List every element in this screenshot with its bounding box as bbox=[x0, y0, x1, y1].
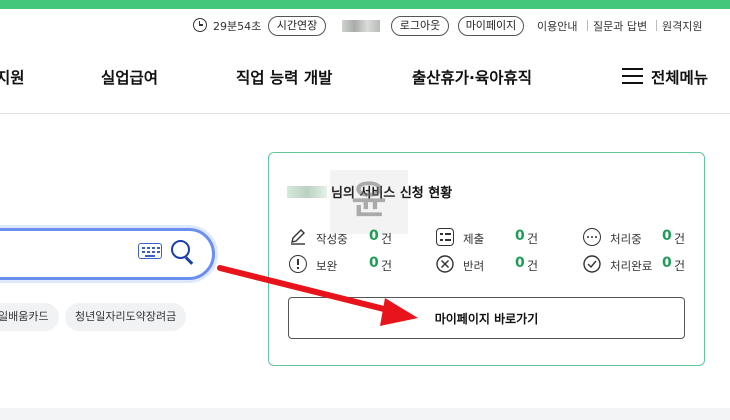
exclamation-circle-icon bbox=[289, 255, 307, 273]
utility-bar: 29분54초 시간연장 로그아웃 마이페이지 이용안내 질문과 답변 원격지원 bbox=[0, 13, 730, 39]
status-label: 보완 bbox=[316, 259, 338, 273]
count-unit: 건 bbox=[674, 259, 686, 273]
link-qna[interactable]: 질문과 답변 bbox=[593, 18, 647, 34]
status-count: 0 bbox=[515, 228, 525, 244]
go-to-mypage-button[interactable]: 마이페이지 바로가기 bbox=[288, 297, 685, 339]
status-count: 0 bbox=[515, 255, 525, 271]
status-label: 처리중 bbox=[610, 232, 642, 246]
search-tag[interactable]: 청년일자리도약장려금 bbox=[65, 303, 187, 331]
status-label: 제출 bbox=[463, 232, 485, 246]
logout-button[interactable]: 로그아웃 bbox=[391, 16, 449, 36]
pencil-icon bbox=[291, 229, 305, 245]
check-circle-icon bbox=[583, 255, 601, 273]
checklist-icon bbox=[436, 228, 454, 246]
watermark-logo: 윤 bbox=[330, 170, 408, 234]
main-nav: 지원 실업급여 직업 능력 개발 출산휴가·육아휴직 전체메뉴 bbox=[0, 60, 730, 96]
nav-item-unemployment-benefit[interactable]: 실업급여 bbox=[101, 66, 158, 88]
nav-item-job-skills[interactable]: 직업 능력 개발 bbox=[236, 66, 332, 88]
x-circle-icon bbox=[436, 255, 454, 273]
clock-icon bbox=[193, 18, 207, 32]
divider bbox=[656, 20, 657, 31]
status-label: 반려 bbox=[463, 259, 485, 273]
session-timer: 29분54초 bbox=[213, 20, 262, 33]
extend-session-button[interactable]: 시간연장 bbox=[268, 16, 326, 36]
count-unit: 건 bbox=[381, 259, 393, 273]
nav-item-maternity-leave[interactable]: 출산휴가·육아휴직 bbox=[412, 66, 532, 88]
status-submitted[interactable]: 제출 0 건 bbox=[436, 228, 546, 248]
nav-item-support[interactable]: 지원 bbox=[0, 66, 25, 88]
status-supplement[interactable]: 보완 0 건 bbox=[289, 255, 399, 275]
user-name-blurred bbox=[342, 20, 380, 32]
status-completed[interactable]: 처리완료 0 건 bbox=[583, 255, 693, 275]
status-count: 0 bbox=[369, 228, 379, 244]
status-draft[interactable]: 작성중 0 건 bbox=[289, 228, 399, 248]
mypage-button[interactable]: 마이페이지 bbox=[458, 16, 524, 36]
header-divider bbox=[0, 113, 730, 114]
link-usage-guide[interactable]: 이용안내 bbox=[537, 18, 577, 34]
user-name-blurred bbox=[287, 186, 327, 198]
status-processing[interactable]: 처리중 0 건 bbox=[583, 228, 693, 248]
keyboard-icon[interactable] bbox=[138, 243, 162, 259]
status-label: 작성중 bbox=[316, 232, 348, 246]
status-count: 0 bbox=[662, 228, 672, 244]
status-label: 처리완료 bbox=[610, 259, 653, 273]
count-unit: 건 bbox=[674, 232, 686, 246]
count-unit: 건 bbox=[527, 232, 539, 246]
full-menu-label[interactable]: 전체메뉴 bbox=[651, 66, 708, 88]
divider bbox=[587, 20, 588, 31]
status-count: 0 bbox=[369, 255, 379, 271]
count-unit: 건 bbox=[527, 259, 539, 273]
status-rejected[interactable]: 반려 0 건 bbox=[436, 255, 546, 275]
link-remote-support[interactable]: 원격지원 bbox=[662, 18, 702, 34]
search-tag[interactable]: 일배움카드 bbox=[0, 303, 59, 331]
bottom-section-band bbox=[0, 408, 730, 420]
top-accent-bar bbox=[0, 0, 730, 9]
hamburger-menu-icon[interactable] bbox=[622, 68, 643, 84]
count-unit: 건 bbox=[381, 232, 393, 246]
ellipsis-circle-icon bbox=[583, 228, 601, 246]
search-icon[interactable] bbox=[171, 240, 197, 266]
status-count: 0 bbox=[662, 255, 672, 271]
